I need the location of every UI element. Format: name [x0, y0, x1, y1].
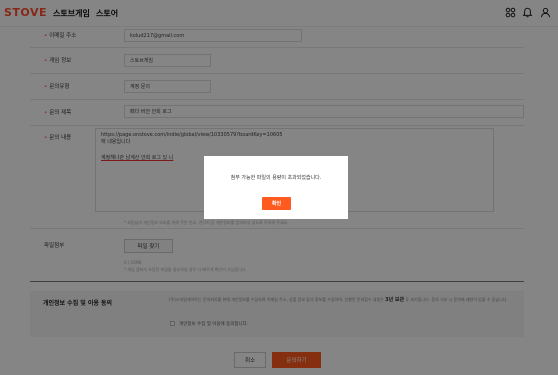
confirm-button[interactable]: 확인 — [262, 197, 291, 210]
alert-dialog: 첨부 가능한 파일의 용량이 초과되었습니다. 확인 — [204, 156, 348, 219]
alert-message: 첨부 가능한 파일의 용량이 초과되었습니다. — [230, 175, 322, 181]
